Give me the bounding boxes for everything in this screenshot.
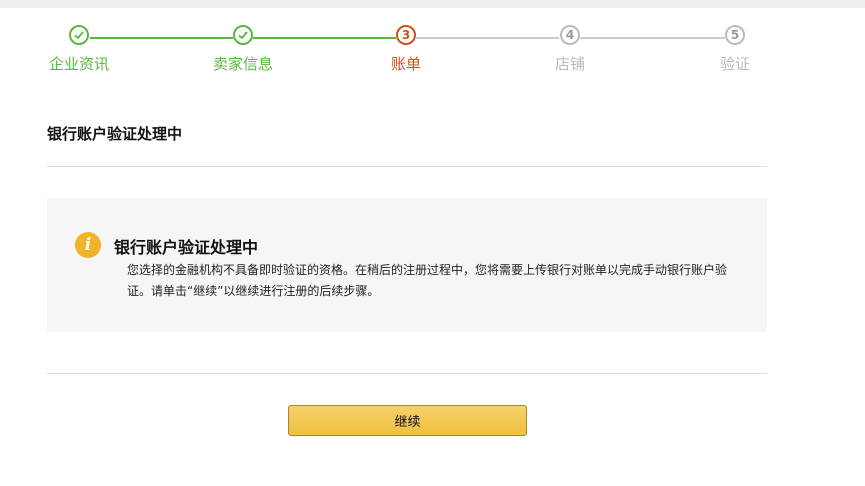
check-icon [69,25,89,45]
check-icon [233,25,253,45]
step-company-info: 企业资讯 [19,25,139,74]
step-label: 卖家信息 [212,55,273,73]
notice-title: 银行账户验证处理中 [114,238,259,257]
page-title: 银行账户验证处理中 [47,125,183,143]
divider [47,166,767,167]
step-seller-info: 卖家信息 [183,25,303,74]
step-billing: 3 账单 [346,25,466,74]
step-number: 3 [396,25,416,45]
notice-body: 您选择的金融机构不具备即时验证的资格。在稍后的注册过程中，您将需要上传银行对账单… [127,263,728,298]
step-verification: 5 验证 [675,25,795,74]
step-store: 4 店铺 [510,25,630,74]
step-number: 4 [560,25,580,45]
divider [47,373,767,374]
info-icon: i [75,232,101,258]
registration-stepper: 企业资讯 卖家信息 3 账单 4 店铺 5 验证 [0,0,865,90]
step-label: 店铺 [554,55,585,73]
step-label: 企业资讯 [48,55,109,73]
step-number: 5 [725,25,745,45]
info-notice: i 银行账户验证处理中 您选择的金融机构不具备即时验证的资格。在稍后的注册过程中… [47,198,767,332]
continue-button[interactable]: 继续 [288,405,527,436]
step-label: 验证 [719,55,750,73]
step-label: 账单 [390,55,421,73]
